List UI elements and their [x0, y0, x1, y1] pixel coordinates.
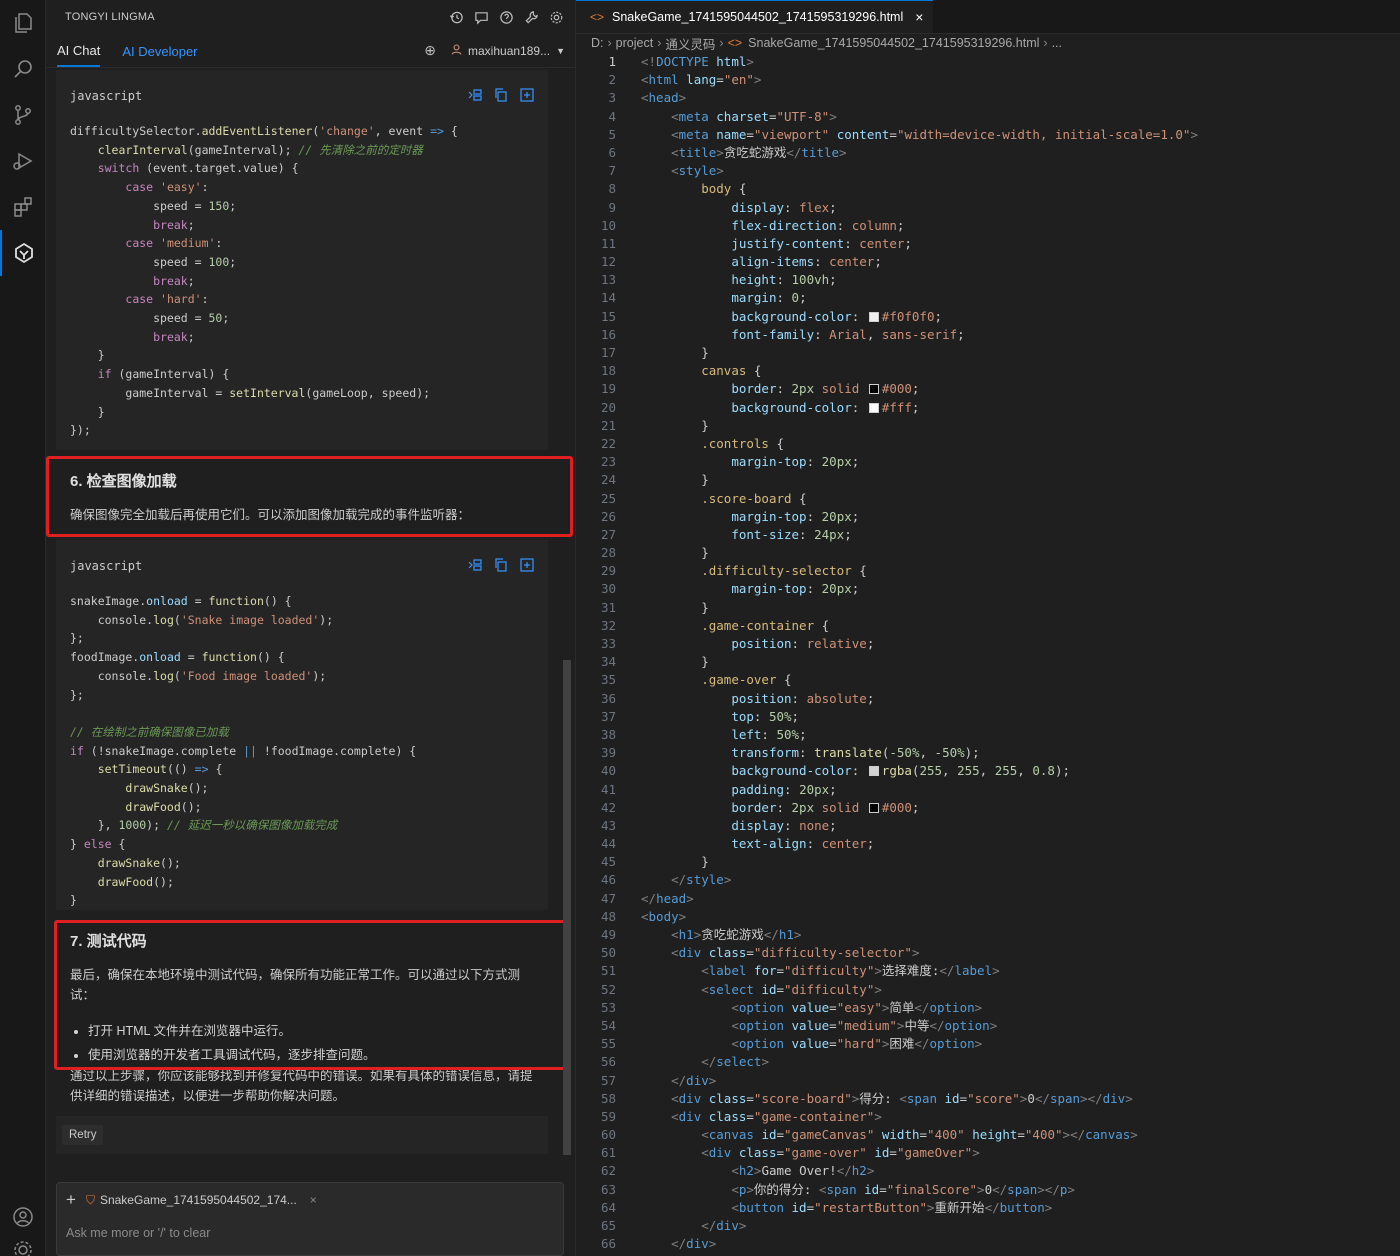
- run-debug-icon[interactable]: [0, 138, 46, 184]
- context-file-name: SnakeGame_1741595044502_174...: [99, 1193, 297, 1207]
- user-name: maxihuan189...: [468, 43, 551, 58]
- add-context-icon[interactable]: +: [66, 1190, 76, 1210]
- html-file-icon: <>: [590, 10, 605, 24]
- history-icon[interactable]: [447, 8, 465, 26]
- insert-icon[interactable]: [468, 88, 482, 102]
- wrench-icon[interactable]: [522, 8, 540, 26]
- chevron-down-icon: ▼: [556, 45, 565, 56]
- activity-bar: [0, 0, 46, 1256]
- files-icon[interactable]: [0, 0, 46, 46]
- new-file-icon[interactable]: [520, 558, 534, 572]
- input-context-row: + ⛉ SnakeGame_1741595044502_174... ×: [57, 1183, 563, 1217]
- settings-icon[interactable]: [0, 1238, 46, 1256]
- html-file-icon: ⛉: [85, 1192, 95, 1207]
- code-block: javascript difficultySelector.addEventLi…: [56, 70, 548, 450]
- code-block: javascript snakeImage.onload = function(…: [56, 540, 548, 910]
- breadcrumb-item[interactable]: project: [616, 36, 654, 50]
- breadcrumb-item[interactable]: ...: [1052, 36, 1062, 50]
- app-title: TONGYI LINGMA: [65, 11, 155, 23]
- highlight-box: [46, 456, 573, 537]
- copy-icon[interactable]: [494, 88, 508, 102]
- close-icon[interactable]: ×: [310, 1193, 317, 1207]
- help-icon[interactable]: [497, 8, 515, 26]
- lingma-panel: TONGYI LINGMA AI Chat AI Developer ⊕ max…: [46, 0, 576, 1256]
- close-icon[interactable]: ×: [915, 9, 923, 25]
- breadcrumb-item[interactable]: SnakeGame_1741595044502_1741595319296.ht…: [748, 36, 1039, 50]
- retry-button[interactable]: Retry: [62, 1125, 104, 1145]
- breadcrumb-item[interactable]: 通义灵码: [665, 34, 715, 53]
- html-file-icon: <>: [727, 36, 743, 50]
- context-file-chip[interactable]: ⛉ SnakeGame_1741595044502_174... ×: [86, 1193, 317, 1208]
- user-icon: [450, 43, 463, 59]
- extensions-icon[interactable]: [0, 184, 46, 230]
- highlight-box: [54, 920, 568, 1070]
- chat-input[interactable]: Ask me more or '/' to clear: [57, 1217, 563, 1249]
- copy-icon[interactable]: [494, 558, 508, 572]
- new-file-icon[interactable]: [520, 88, 534, 102]
- search-icon[interactable]: [0, 46, 46, 92]
- editor-tabs: <> SnakeGame_1741595044502_1741595319296…: [576, 0, 1400, 34]
- breadcrumb: D: › project › 通义灵码 › <> SnakeGame_17415950…: [576, 34, 1400, 52]
- chat-bubble-icon[interactable]: [472, 8, 490, 26]
- retry-bar: Retry: [56, 1116, 548, 1154]
- editor: <> SnakeGame_1741595044502_1741595319296…: [576, 0, 1400, 1256]
- tab-ai-chat[interactable]: AI Chat: [57, 35, 101, 67]
- chat-input-box[interactable]: + ⛉ SnakeGame_1741595044502_174... × Ask…: [56, 1182, 564, 1256]
- code-editor[interactable]: 1 <!DOCTYPE html> 2 <html lang="en"> 3 <hea…: [576, 53, 1400, 1253]
- code-tools: [468, 558, 534, 572]
- user-menu[interactable]: maxihuan189... ▼: [450, 43, 565, 59]
- lingma-icon[interactable]: [0, 230, 46, 276]
- code-tools: [468, 88, 534, 102]
- source-control-icon[interactable]: [0, 92, 46, 138]
- account-icon[interactable]: [0, 1194, 46, 1240]
- panel-header: TONGYI LINGMA: [46, 0, 575, 34]
- tab-ai-developer[interactable]: AI Developer: [122, 36, 197, 66]
- editor-tab-label: SnakeGame_1741595044502_1741595319296.ht…: [612, 10, 904, 24]
- gear-icon[interactable]: [547, 8, 565, 26]
- scrollbar[interactable]: [563, 660, 571, 1155]
- insert-icon[interactable]: [468, 558, 482, 572]
- panel-tabs: AI Chat AI Developer ⊕ maxihuan189... ▼: [46, 34, 575, 68]
- editor-tab[interactable]: <> SnakeGame_1741595044502_1741595319296…: [576, 0, 934, 33]
- breadcrumb-item[interactable]: D:: [591, 36, 604, 50]
- add-icon[interactable]: ⊕: [424, 42, 436, 59]
